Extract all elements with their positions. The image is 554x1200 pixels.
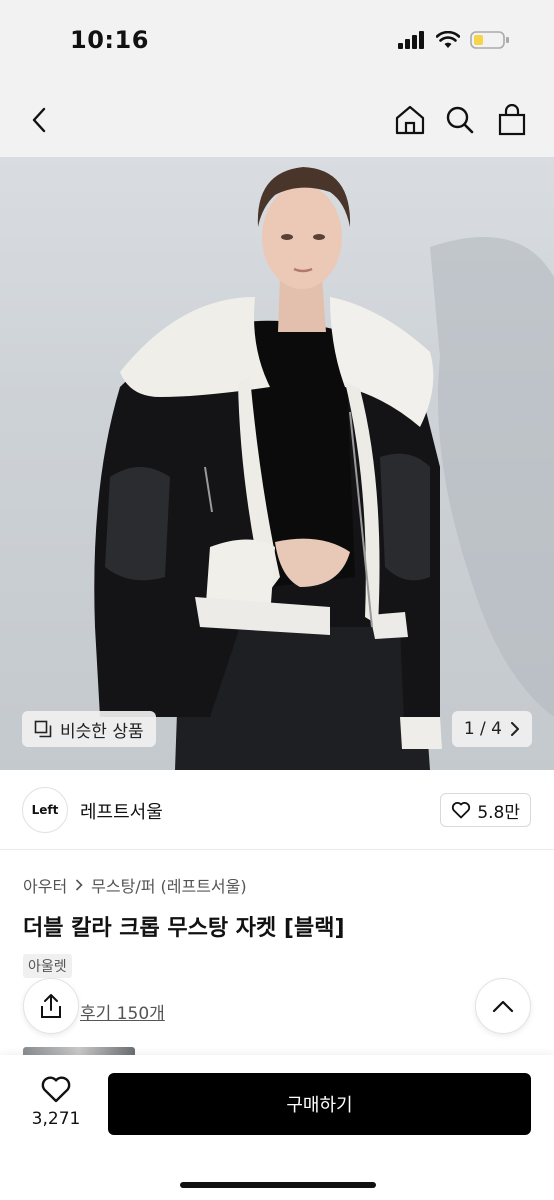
chevron-right-icon (76, 879, 83, 891)
copy-icon (34, 720, 52, 738)
chevron-left-icon (32, 107, 46, 133)
scroll-top-button[interactable] (475, 978, 531, 1034)
search-icon (446, 106, 474, 134)
status-time: 10:16 (70, 26, 149, 54)
review-link[interactable]: 후기 150개 (80, 999, 165, 1024)
share-button[interactable] (23, 978, 79, 1034)
status-icons (398, 30, 510, 50)
wifi-icon (436, 31, 460, 48)
category-breadcrumb: 아우터 무스탕/퍼 (레프트서울) (23, 873, 247, 897)
home-icon (395, 105, 425, 135)
chevron-right-icon (511, 722, 519, 736)
wishlist-button[interactable]: 3,271 (28, 1075, 84, 1129)
cellular-signal-icon (398, 31, 424, 49)
back-button[interactable] (20, 100, 60, 140)
share-icon (41, 994, 61, 1018)
home-button[interactable] (390, 100, 430, 140)
image-pager-label: 1 / 4 (463, 719, 502, 739)
buy-button[interactable]: 구매하기 (108, 1073, 531, 1135)
home-indicator (180, 1182, 376, 1188)
status-bar: 10:16 (0, 0, 554, 82)
brand-row: Left 레프트서울 5.8만 (0, 770, 554, 850)
breadcrumb-category[interactable]: 아우터 (23, 873, 67, 897)
image-pager-button[interactable]: 1 / 4 (451, 711, 532, 747)
bottom-action-bar: 3,271 구매하기 (0, 1055, 554, 1200)
search-button[interactable] (440, 100, 480, 140)
product-title: 더블 칼라 크롭 무스탕 자켓 [블랙] (23, 916, 345, 941)
brand-name[interactable]: 레프트서울 (80, 798, 163, 824)
similar-products-label: 비슷한 상품 (60, 721, 144, 742)
shopping-bag-icon (498, 104, 526, 136)
brand-like-count: 5.8만 (477, 802, 520, 823)
brand-logo-text: Left (31, 803, 59, 817)
heart-icon (41, 1076, 71, 1103)
breadcrumb-subcategory[interactable]: 무스탕/퍼 (레프트서울) (91, 873, 246, 897)
brand-like-button[interactable]: 5.8만 (440, 793, 531, 827)
wishlist-count: 3,271 (31, 1109, 81, 1129)
brand-logo[interactable]: Left (22, 787, 68, 833)
cart-button[interactable] (492, 100, 532, 140)
product-image-carousel[interactable]: 비슷한 상품 1 / 4 (0, 157, 554, 770)
similar-products-button[interactable]: 비슷한 상품 (22, 711, 156, 747)
heart-icon (452, 802, 471, 819)
battery-icon (470, 31, 509, 49)
product-photo (94, 167, 554, 770)
chevron-up-icon (492, 1000, 514, 1013)
outlet-badge: 아울렛 (23, 954, 72, 978)
top-nav-bar (0, 82, 554, 157)
